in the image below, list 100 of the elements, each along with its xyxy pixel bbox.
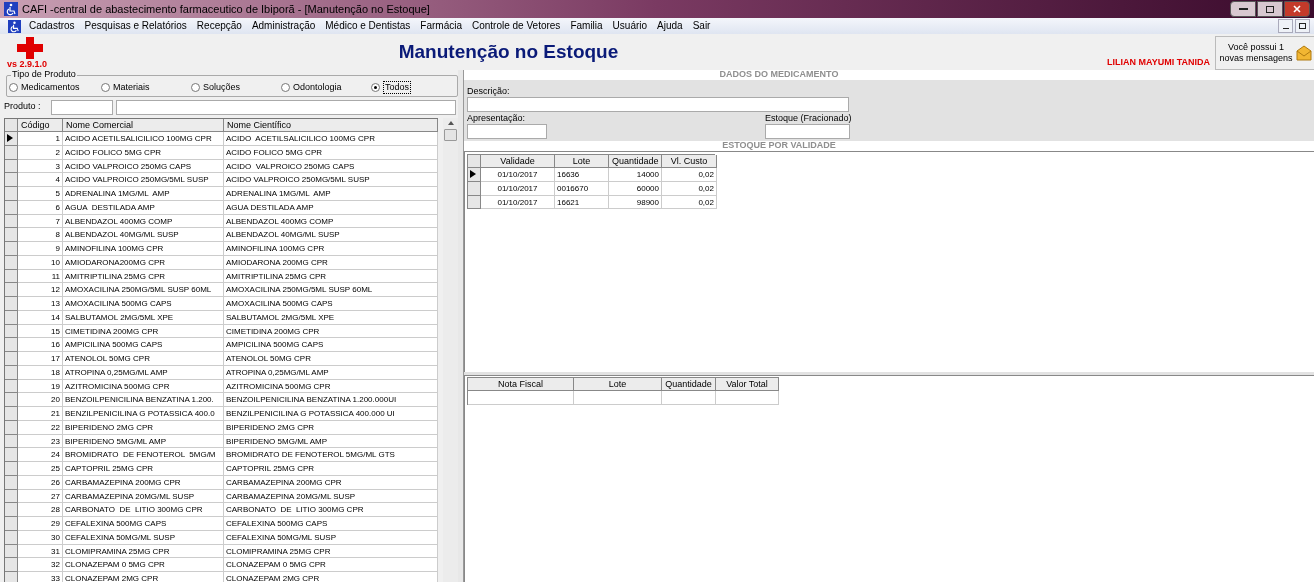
scrollbar[interactable] [443,118,458,582]
table-cell: 18 [18,365,63,380]
radio-option[interactable]: Todos [371,81,431,94]
table-cell: CARBAMAZEPINA 20MG/ML SUSP [63,489,224,504]
table-cell: 0,02 [662,168,717,182]
table-cell: CEFALEXINA 50MG/ML SUSP [224,530,438,545]
column-header[interactable]: Código [18,119,63,132]
table-cell: CIMETIDINA 200MG CPR [63,324,224,339]
description-field[interactable] [467,97,849,112]
menu-item[interactable]: Administração [246,19,321,33]
presentation-field[interactable] [467,124,547,139]
table-cell: CARBAMAZEPINA 200MG CPR [224,475,438,490]
table-cell: 5 [18,187,63,201]
column-header[interactable]: Quantidade [609,155,662,168]
close-icon [1293,5,1301,13]
column-header[interactable]: Nome Comercial [63,119,224,132]
table-cell: CLONAZEPAM 0 5MG CPR [63,558,224,572]
menu-item[interactable]: Médico e Dentistas [320,19,416,33]
minimize-button[interactable] [1278,19,1293,33]
radio-option[interactable]: Soluções [191,82,281,93]
table-cell: AZITROMICINA 500MG CPR [224,379,438,394]
menu-item[interactable]: Familia [565,19,608,33]
menu-item[interactable]: Recepção [191,19,247,33]
column-header[interactable]: Lote [574,378,662,391]
window-title: CAFI -central de abastecimento farmaceutico de Ibiporã - [Manutenção no Estoque] [22,1,430,17]
table-cell: 0016670 [555,181,609,196]
product-name-field[interactable] [116,99,456,115]
table-cell: AZITROMICINA 500MG CPR [63,379,224,394]
restore-button[interactable] [1295,19,1310,33]
table-cell: CEFALEXINA 500MG CAPS [63,517,224,531]
scroll-up-icon[interactable] [447,121,454,125]
empty-cell [716,391,779,405]
table-cell: BENZILPENICILINA G POTASSICA 400.0 [63,407,224,421]
table-cell: SALBUTAMOL 2MG/5ML XPE [224,310,438,325]
table-cell: AMOXACILINA 500MG CAPS [63,297,224,311]
table-cell: ACIDO VALPROICO 250MG/5ML SUSP [63,173,224,187]
radio-option[interactable]: Materiais [101,82,191,93]
table-cell: AMOXACILINA 500MG CAPS [224,297,438,311]
menu-item[interactable]: Ajuda [652,19,688,33]
table-cell: ACIDO ACETILSALICILICO 100MG CPR [224,132,438,146]
table-cell: AMPICILINA 500MG CAPS [224,338,438,352]
row-selector[interactable] [468,168,481,182]
messages-panel[interactable]: Você possui 1 novas mensagens [1215,36,1314,70]
column-header[interactable]: Nota Fiscal [468,378,574,391]
column-header[interactable]: Valor Total [716,378,779,391]
table-cell: ATENOLOL 50MG CPR [63,352,224,366]
table-cell: ADRENALINA 1MG/ML AMP [63,187,224,201]
table-cell: 33 [18,572,63,582]
close-button[interactable] [1284,1,1310,17]
menu-item[interactable]: Sair [687,19,716,33]
table-cell: 7 [18,214,63,229]
table-cell: 14000 [609,168,662,182]
table-cell: 4 [18,173,63,187]
radio-icon[interactable] [9,83,18,92]
screen-title: Manutenção no Estoque [398,39,619,64]
menu-item[interactable]: Controle de Vetores [467,19,566,33]
table-cell: CARBAMAZEPINA 20MG/ML SUSP [224,489,438,504]
table-cell: ACIDO VALPROICO 250MG CAPS [63,159,224,174]
table-cell: 30 [18,530,63,545]
menu-item[interactable]: Farmácia [415,19,467,33]
table-cell: 28 [18,503,63,517]
product-code-field[interactable] [51,99,113,115]
table-cell: ACIDO VALPROICO 250MG/5ML SUSP [224,173,438,187]
column-header[interactable]: Quantidade [662,378,716,391]
stock-field[interactable] [765,124,850,139]
row-selector[interactable] [5,132,18,146]
column-header[interactable]: Vl. Custo [662,155,717,168]
scroll-thumb[interactable] [444,129,458,141]
wheelchair-icon [8,19,21,33]
menu-item[interactable]: Usuário [607,19,653,33]
table-cell: 12 [18,283,63,297]
table-cell: CIMETIDINA 200MG CPR [224,324,438,339]
menu-item[interactable]: Cadastros [24,19,80,33]
radio-icon[interactable] [191,83,200,92]
table-cell: CEFALEXINA 500MG CAPS [224,517,438,531]
section-title: DADOS DO MEDICAMENTO [719,68,839,82]
field-label: Descrição: [467,86,511,96]
menu-item[interactable]: Pesquisas e Relatórios [79,19,192,33]
radio-option[interactable]: Medicamentos [9,82,101,93]
table-cell: BROMIDRATO DE FENOTEROL 5MG/ML GTS [224,448,438,462]
table-cell: BENZOILPENICILINA BENZATINA 1.200. [63,393,224,407]
group-label: Tipo de Produto [11,69,77,80]
radio-icon[interactable] [101,83,110,92]
radio-icon[interactable] [281,83,290,92]
table-cell: AMINOFILINA 100MG CPR [63,242,224,256]
table-cell: ACIDO FOLICO 5MG CPR [224,145,438,160]
column-header[interactable]: Nome Científico [224,119,438,132]
table-cell: ALBENDAZOL 40MG/ML SUSP [224,228,438,242]
radio-icon[interactable] [371,83,380,92]
table-cell: 14 [18,310,63,325]
maximize-button[interactable] [1257,1,1283,17]
column-header[interactable]: Validade [481,155,555,168]
radio-option[interactable]: Odontologia [281,82,371,93]
column-header[interactable]: Lote [555,155,609,168]
table-cell: CARBONATO DE LITIO 300MG CPR [63,503,224,517]
wheelchair-icon [4,2,18,16]
table-cell: 15 [18,324,63,339]
minimize-button[interactable] [1230,1,1256,17]
table-cell: CEFALEXINA 50MG/ML SUSP [63,530,224,545]
table-cell: 27 [18,489,63,504]
